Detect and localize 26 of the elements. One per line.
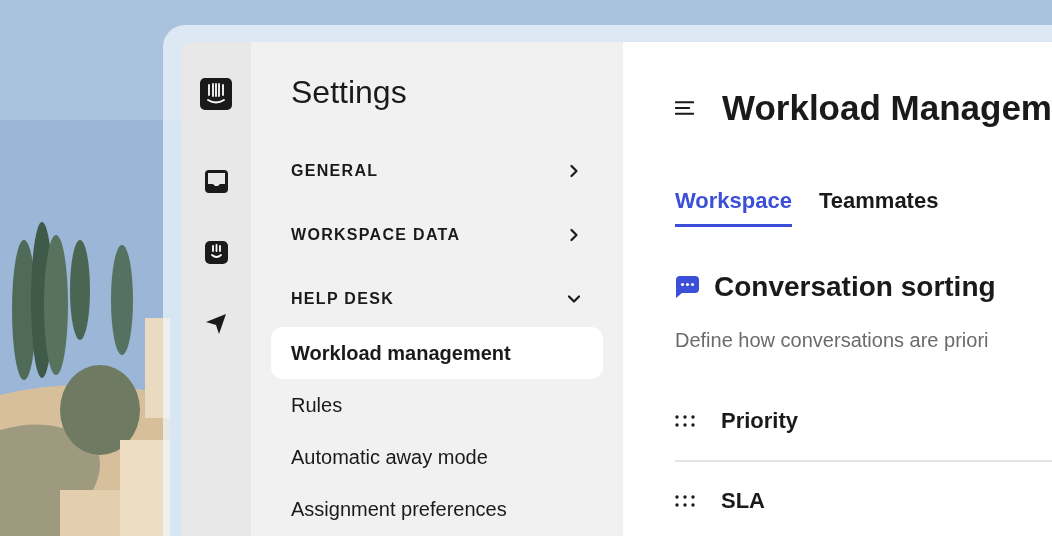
chat-bubble-icon bbox=[675, 276, 699, 298]
tab[interactable]: Workspace bbox=[675, 188, 792, 227]
page-title: Workload Managem bbox=[722, 88, 1052, 128]
section-header[interactable]: GENERAL bbox=[271, 159, 603, 183]
settings-menu-item[interactable]: Automatic away mode bbox=[271, 431, 603, 483]
logo-icon[interactable] bbox=[200, 78, 232, 110]
settings-menu-item[interactable]: Assignment preferences bbox=[271, 483, 603, 535]
section-label: GENERAL bbox=[291, 162, 379, 180]
smile-icon[interactable] bbox=[204, 241, 228, 264]
section-label: WORKSPACE DATA bbox=[291, 226, 461, 244]
settings-title: Settings bbox=[290, 74, 408, 111]
section-description: Define how conversations are priori bbox=[675, 329, 990, 352]
sort-item-label: Priority bbox=[721, 408, 799, 434]
inbox-icon[interactable] bbox=[204, 170, 228, 193]
section-title: Conversation sorting bbox=[714, 271, 996, 303]
section-header[interactable]: HELP DESK bbox=[271, 287, 603, 311]
section-header[interactable]: WORKSPACE DATA bbox=[271, 223, 603, 247]
settings-menu-item[interactable]: Rules bbox=[271, 379, 603, 431]
tab[interactable]: Teammates bbox=[819, 188, 939, 227]
drag-handle-icon[interactable] bbox=[675, 495, 697, 507]
paper-plane-icon[interactable] bbox=[205, 313, 227, 335]
menu-icon[interactable] bbox=[675, 99, 694, 117]
drag-handle-icon[interactable] bbox=[675, 415, 697, 427]
sort-item-label: SLA bbox=[721, 488, 765, 514]
settings-menu-item[interactable]: Workload management bbox=[271, 327, 603, 379]
section-label: HELP DESK bbox=[291, 290, 394, 308]
